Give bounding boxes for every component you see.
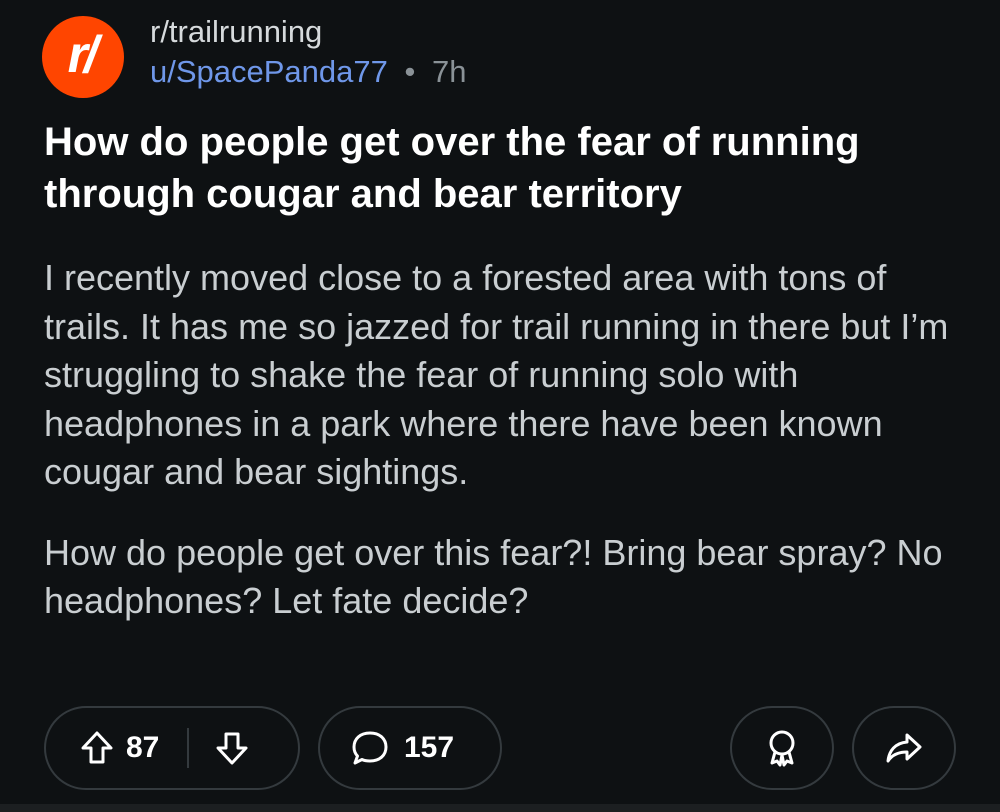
- comment-bubble-icon: [350, 729, 390, 767]
- share-arrow-icon: [884, 730, 924, 766]
- vote-count: 87: [126, 731, 160, 764]
- meta-separator: •: [404, 54, 416, 89]
- subreddit-avatar-glyph: r/: [67, 26, 99, 84]
- post-meta: u/SpacePanda77 • 7h: [150, 54, 466, 90]
- award-icon: [763, 728, 801, 768]
- post-age: 7h: [431, 54, 467, 89]
- award-button[interactable]: [730, 706, 834, 790]
- author-link[interactable]: u/SpacePanda77: [150, 54, 388, 89]
- post-header: r/ r/trailrunning u/SpacePanda77 • 7h: [42, 14, 942, 98]
- upvote-arrow-icon[interactable]: [80, 730, 114, 766]
- comment-count: 157: [404, 731, 455, 764]
- post-action-bar: 87 157: [0, 706, 1000, 792]
- downvote-arrow-icon[interactable]: [215, 730, 249, 766]
- share-button[interactable]: [852, 706, 956, 790]
- post-title[interactable]: How do people get over the fear of runni…: [44, 116, 964, 220]
- subreddit-avatar[interactable]: r/: [42, 16, 124, 98]
- post-body-paragraph: How do people get over this fear?! Bring…: [44, 531, 943, 622]
- subreddit-name[interactable]: r/trailrunning: [150, 14, 322, 50]
- bottom-divider: [0, 804, 1000, 812]
- comments-button[interactable]: 157: [318, 706, 502, 790]
- post-body-paragraph: I recently moved close to a forested are…: [44, 257, 949, 492]
- post-body: I recently moved close to a forested are…: [44, 254, 954, 658]
- vote-control: 87: [44, 706, 300, 790]
- vote-divider: [187, 728, 190, 768]
